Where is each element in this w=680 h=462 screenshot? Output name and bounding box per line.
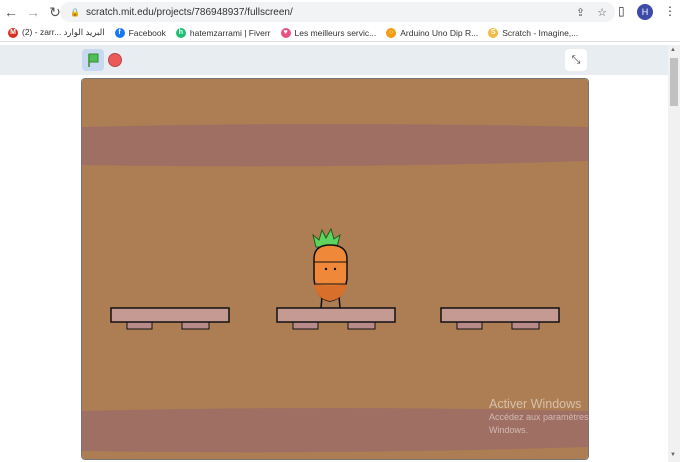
scrollbar-thumb[interactable]	[670, 58, 678, 106]
green-flag-button[interactable]	[82, 49, 104, 71]
share-icon[interactable]: ⇪	[576, 6, 585, 19]
bookmark-label: (2) - zarr... البريد الوارد	[22, 27, 105, 37]
lock-icon: 🔒	[70, 7, 80, 17]
scratch-icon: S	[488, 27, 499, 38]
menu-icon[interactable]: ⋮	[664, 4, 676, 18]
bookmark-item[interactable]: S Scratch - Imagine,...	[488, 27, 579, 38]
flag-icon	[88, 53, 99, 67]
watermark-title: Activer Windows	[489, 397, 582, 411]
stop-button[interactable]	[108, 53, 122, 67]
bookmark-label: Les meilleurs servic...	[294, 27, 377, 38]
bookmark-item[interactable]: f Facebook	[114, 27, 166, 38]
gmail-icon: M	[8, 27, 18, 38]
side-panel-icon[interactable]: ▯	[618, 4, 625, 18]
watermark-text: Accédez aux paramètres pour activer Wind…	[489, 412, 639, 435]
back-icon[interactable]: ←	[0, 4, 22, 20]
avatar[interactable]: H	[637, 4, 653, 20]
bookmarks-bar: M (2) - zarr... البريد الوارد f Facebook h ha…	[0, 24, 680, 42]
bookmark-label: Scratch - Imagine,...	[502, 27, 579, 38]
address-bar[interactable]: 🔒 scratch.mit.edu/projects/786948937/ful…	[60, 2, 615, 22]
star-icon[interactable]: ☆	[597, 6, 607, 19]
url-text: scratch.mit.edu/projects/786948937/fulls…	[85, 6, 293, 18]
bookmark-item[interactable]: M (2) - zarr... البريد الوارد	[8, 27, 105, 38]
bookmark-label: Arduino Uno Dip R...	[400, 27, 479, 38]
gift-icon: ♥	[280, 27, 291, 38]
bookmark-item[interactable]: h hatemzarrami | Fiverr	[175, 27, 271, 38]
bookmark-label: hatemzarrami | Fiverr	[189, 27, 271, 38]
bookmark-item[interactable]: ♥ Les meilleurs servic...	[280, 27, 377, 38]
facebook-icon: f	[114, 27, 125, 38]
windows-activation-watermark: Activer Windows Accédez aux paramètres p…	[489, 398, 659, 437]
arduino-icon: ○	[386, 27, 397, 38]
exit-fullscreen-button[interactable]: ⤡	[565, 49, 587, 71]
scroll-up-icon[interactable]: ▲	[670, 47, 676, 53]
collapse-icon: ⤡	[571, 54, 581, 66]
page-scrollbar[interactable]	[668, 45, 680, 462]
fiverr-icon: h	[175, 27, 186, 38]
bookmark-item[interactable]: ○ Arduino Uno Dip R...	[386, 27, 479, 38]
bookmark-label: Facebook	[128, 27, 166, 38]
scroll-down-icon[interactable]: ▼	[670, 452, 676, 458]
forward-icon[interactable]: →	[22, 4, 44, 20]
background-band-top	[82, 124, 588, 167]
